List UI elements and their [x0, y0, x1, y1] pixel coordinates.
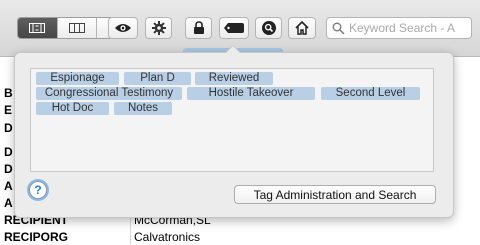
tag-administration-button[interactable]: Tag Administration and Search [234, 185, 436, 204]
tags-button[interactable] [219, 17, 249, 39]
field-label: RECIPORG [4, 230, 69, 244]
lock-button[interactable] [185, 17, 212, 39]
field-label: A [4, 179, 13, 193]
tag-reviewed[interactable]: Reviewed [195, 72, 273, 85]
help-button[interactable]: ? [29, 181, 47, 199]
tags-popover: Espionage Plan D Reviewed Congressional … [14, 45, 454, 218]
home-button[interactable] [288, 17, 316, 39]
keyword-search-field[interactable] [326, 17, 472, 39]
lock-icon [193, 21, 204, 34]
popover-arrow [225, 45, 241, 53]
field-label: D [4, 162, 13, 176]
gear-icon [151, 21, 166, 35]
field-label: E [4, 103, 13, 117]
field-label: D [4, 145, 13, 159]
field-label: D [4, 121, 13, 135]
table-row: RECIPORG Calvatronics [0, 229, 480, 245]
field-label: B [4, 86, 13, 100]
tag-icon [224, 23, 244, 33]
tag-hot-doc[interactable]: Hot Doc [36, 102, 109, 115]
field-value: Calvatronics [134, 230, 201, 244]
eye-icon [115, 24, 131, 32]
view-mode-columns-button[interactable] [57, 18, 98, 38]
settings-button[interactable] [145, 17, 172, 39]
preview-button[interactable] [108, 17, 138, 39]
field-label: A [4, 196, 13, 210]
grid-view-icon [29, 23, 46, 33]
tag-notes[interactable]: Notes [114, 102, 172, 115]
search-button[interactable] [255, 17, 282, 39]
tag-second-level[interactable]: Second Level [321, 87, 420, 100]
columns-view-icon [69, 23, 85, 33]
keyword-search-input[interactable] [349, 21, 467, 35]
view-mode-grid-button[interactable] [18, 18, 58, 38]
tag-plan-d[interactable]: Plan D [124, 72, 191, 85]
tag-espionage[interactable]: Espionage [36, 72, 119, 85]
tag-list: Espionage Plan D Reviewed Congressional … [30, 68, 434, 172]
search-circle-icon [261, 21, 276, 35]
tag-hostile-takeover[interactable]: Hostile Takeover [187, 87, 315, 100]
home-icon [295, 21, 309, 35]
magnifier-icon [332, 22, 345, 35]
tag-congressional-testimony[interactable]: Congressional Testimony [36, 87, 182, 100]
